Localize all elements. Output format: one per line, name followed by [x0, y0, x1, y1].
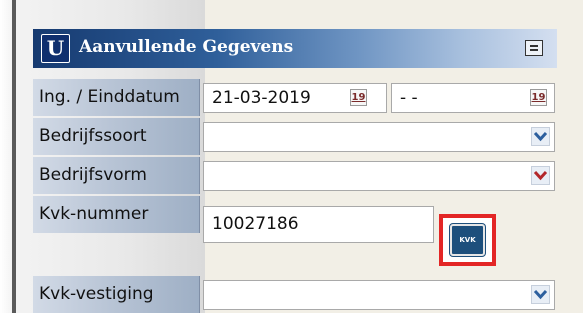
- row-ing-einddatum: Ing. / Einddatum 21-03-2019 19 - - 19: [33, 79, 557, 116]
- bedrijfssoort-select[interactable]: [203, 122, 555, 152]
- kvk-icon[interactable]: KVK: [450, 224, 485, 256]
- panel-title: Aanvullende Gegevens: [79, 37, 294, 57]
- row-bedrijfsvorm: Bedrijfsvorm: [33, 157, 557, 194]
- kvk-button-highlight: KVK: [439, 214, 496, 266]
- row-kvk-vestiging: Kvk-vestiging: [33, 276, 557, 313]
- bedrijfsvorm-select[interactable]: [203, 161, 555, 191]
- chevron-down-icon[interactable]: [531, 127, 550, 146]
- kvk-nummer-field[interactable]: 10027186: [203, 206, 434, 243]
- logo-icon: U: [41, 34, 70, 63]
- label-bedrijfssoort: Bedrijfssoort: [33, 118, 200, 155]
- kvk-vestiging-select[interactable]: [203, 280, 555, 310]
- label-kvk-nummer: Kvk-nummer: [33, 196, 200, 233]
- calendar-icon[interactable]: 19: [350, 89, 367, 106]
- label-ing-einddatum: Ing. / Einddatum: [33, 79, 200, 116]
- menu-icon[interactable]: [525, 40, 543, 56]
- label-kvk-vestiging: Kvk-vestiging: [33, 276, 200, 313]
- chevron-down-icon[interactable]: [531, 166, 550, 185]
- panel-header: U Aanvullende Gegevens: [33, 29, 557, 68]
- label-bedrijfsvorm: Bedrijfsvorm: [33, 157, 200, 194]
- row-bedrijfssoort: Bedrijfssoort: [33, 118, 557, 155]
- chevron-down-icon[interactable]: [531, 285, 550, 304]
- calendar-icon[interactable]: 19: [530, 89, 547, 106]
